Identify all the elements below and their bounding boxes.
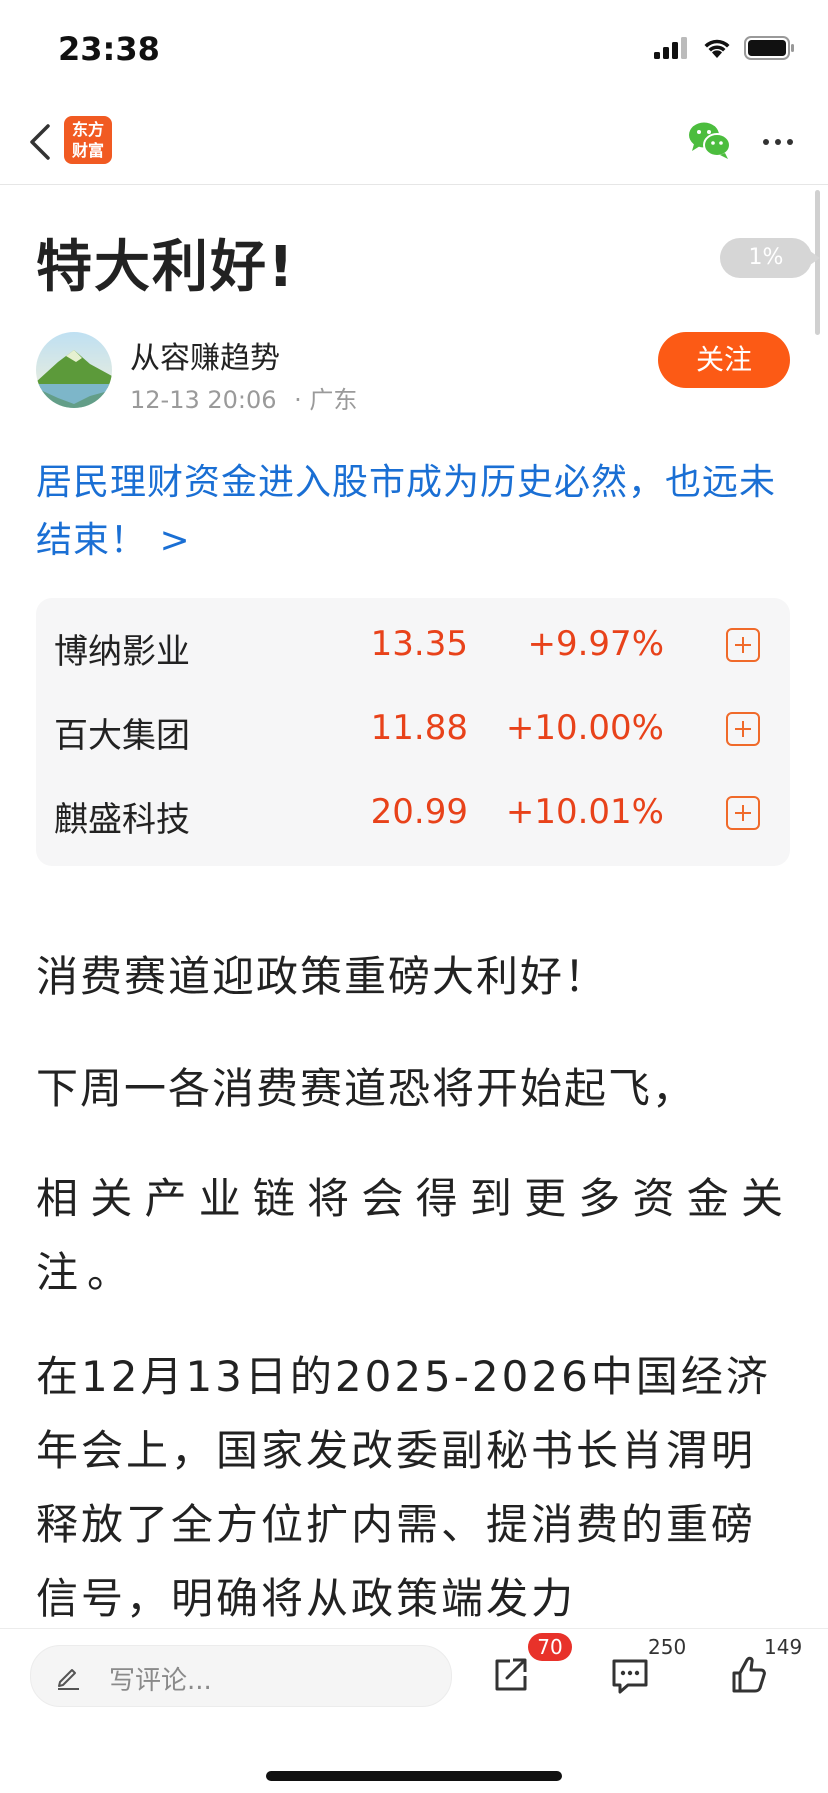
publish-location: · 广东 [294,386,358,414]
back-chevron-icon [30,124,50,160]
stock-change: +10.01% [505,792,664,832]
stock-name: 麒盛科技 [54,800,190,840]
logo-line-2: 财富 [71,141,104,160]
related-stocks-card: 博纳影业 13.35 +9.97% 百大集团 11.88 +10.00% 麒盛科… [36,598,790,866]
add-watchlist-icon[interactable] [726,712,760,746]
logo-line-1: 东方 [71,120,104,139]
avatar-image [36,332,112,408]
pen-icon [58,1669,79,1690]
back-button[interactable] [22,118,62,166]
follow-button[interactable]: 关注 [658,332,790,388]
wifi-icon [704,39,730,58]
battery-icon [744,36,794,60]
author-avatar[interactable] [36,332,112,408]
article-paragraph: 下周一各消费赛道恐将开始起飞， [36,1064,697,1113]
read-progress-badge: 1% [720,238,820,278]
stock-change: +10.00% [505,708,664,748]
share-count-badge: 70 [528,1633,572,1661]
wechat-icon [689,122,731,159]
comment-count: 250 [648,1635,687,1659]
topic-link[interactable]: 居民理财资金进入股市成为历史必然，也远未结束！ > [36,454,796,570]
stock-price: 13.35 [370,624,468,664]
wechat-share-button[interactable] [688,120,732,160]
nav-bar: 东方 财富 [0,100,828,185]
article-paragraph: 消费赛道迎政策重磅大利好！ [36,952,609,1001]
cellular-signal-icon [654,37,687,59]
status-bar: 23:38 [0,0,828,100]
article-title: 特大利好! [36,235,296,300]
more-button[interactable] [758,122,798,162]
stock-change: +9.97% [527,624,665,664]
article-paragraph: 相关产业链将会得到更多资金关注。 [36,1174,792,1297]
stock-row[interactable]: 百大集团 11.88 +10.00% [36,688,790,772]
add-watchlist-icon[interactable] [726,628,760,662]
stock-name: 百大集团 [54,716,190,756]
stock-row[interactable]: 麒盛科技 20.99 +10.01% [36,772,790,856]
author-name[interactable]: 从容赚趋势 [130,333,280,377]
home-indicator [266,1771,562,1781]
status-time: 23:38 [58,30,160,68]
like-count: 149 [764,1635,803,1659]
author-meta: 12-13 20:06 · 广东 [130,380,357,415]
article-paragraph: 在12月13日的2025-2026中国经济年会上，国家发改委副秘书长肖渭明释放了… [36,1352,771,1623]
app-logo[interactable]: 东方 财富 [64,116,112,164]
comment-placeholder: 写评论... [109,1666,212,1696]
bottom-action-bar: 写评论... 70 250 149 [0,1628,828,1793]
more-icon [763,139,793,145]
stock-price: 11.88 [370,708,468,748]
status-icons [654,36,796,60]
stock-name: 博纳影业 [54,632,190,672]
stock-price: 20.99 [370,792,468,832]
publish-datetime: 12-13 20:06 [130,386,277,414]
stock-row[interactable]: 博纳影业 13.35 +9.97% [36,604,790,688]
add-watchlist-icon[interactable] [726,796,760,830]
comment-input[interactable]: 写评论... [30,1645,452,1707]
